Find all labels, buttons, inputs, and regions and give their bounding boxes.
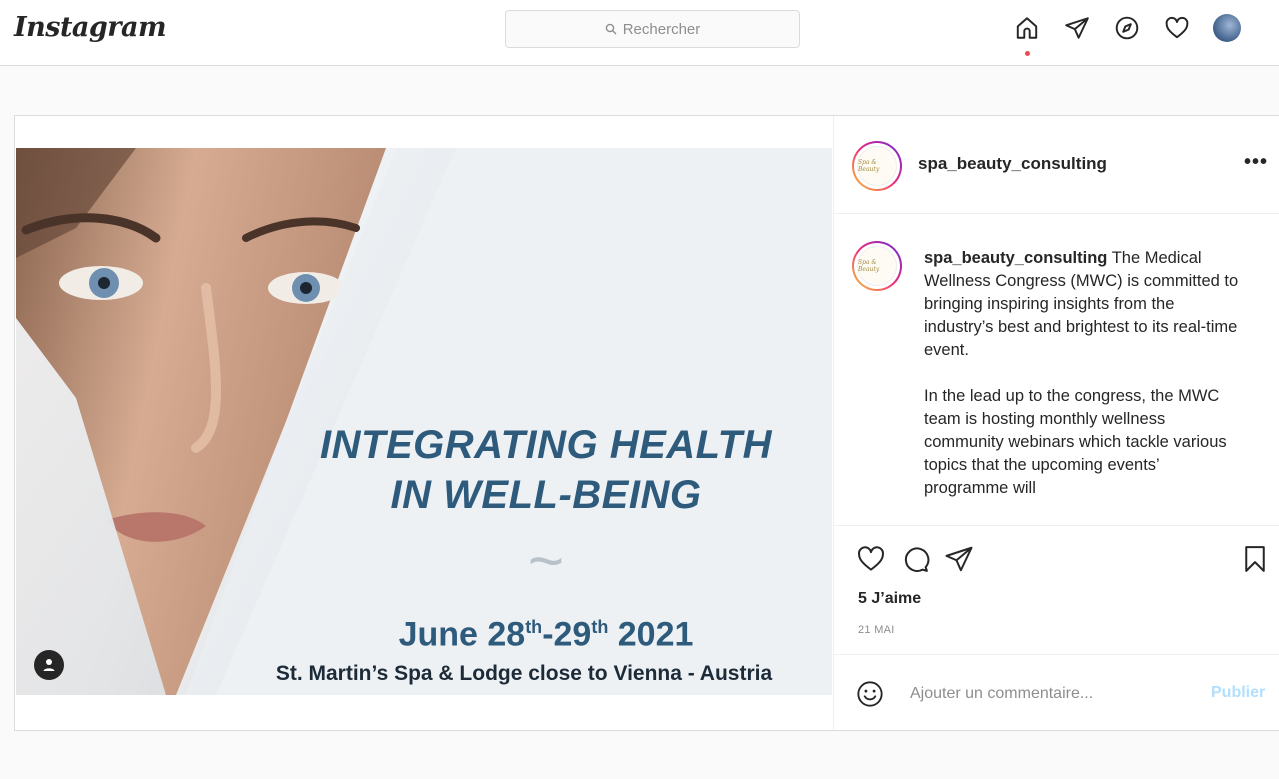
post-header: Spa & Beauty spa_beauty_consulting ••• xyxy=(834,116,1279,214)
search-box[interactable]: Rechercher xyxy=(505,10,800,48)
heart-icon xyxy=(1165,16,1189,39)
event-place: St. Martin’s Spa & Lodge close to Vienna… xyxy=(275,662,773,685)
image-headline: INTEGRATING HEALTH IN WELL-BEING xyxy=(266,420,826,520)
notification-dot xyxy=(1025,51,1030,56)
search-placeholder: Rechercher xyxy=(622,20,701,38)
profile-button[interactable] xyxy=(1213,14,1241,42)
emoji-icon xyxy=(857,681,883,707)
date-part-3: 2021 xyxy=(608,615,694,654)
activity-button[interactable] xyxy=(1163,14,1191,42)
explore-button[interactable] xyxy=(1113,14,1141,42)
nav-icons xyxy=(1013,14,1241,56)
emoji-button[interactable] xyxy=(856,680,884,713)
like-heart-icon[interactable] xyxy=(856,544,886,574)
event-date: June 28th-29th 2021 xyxy=(266,606,826,655)
search-icon xyxy=(605,23,617,35)
date-sup-1: th xyxy=(525,617,543,637)
tagged-users-button[interactable] xyxy=(34,650,64,680)
top-nav: Instagram Rechercher xyxy=(0,0,1279,66)
avatar-inner: Spa & Beauty xyxy=(854,243,900,289)
caption-area[interactable]: Spa & Beauty spa_beauty_consulting The M… xyxy=(834,215,1279,525)
author-avatar-image: Spa & Beauty xyxy=(857,146,897,186)
user-icon xyxy=(43,659,55,671)
author-username[interactable]: spa_beauty_consulting xyxy=(918,154,1107,174)
caption-avatar-image: Spa & Beauty xyxy=(857,246,897,286)
post-side-panel: Spa & Beauty spa_beauty_consulting ••• S… xyxy=(833,116,1279,730)
post-actions: 5 J’aime 21 MAI xyxy=(834,525,1279,654)
caption-paragraph-2: In the lead up to the congress, the MWC … xyxy=(924,387,1227,497)
home-icon xyxy=(1016,17,1038,39)
profile-avatar xyxy=(1213,14,1241,42)
author-avatar[interactable]: Spa & Beauty xyxy=(852,141,902,191)
comment-input[interactable] xyxy=(910,681,1190,707)
bookmark-icon xyxy=(1245,546,1265,572)
date-sup-2: th xyxy=(591,617,609,637)
comment-box: Publier xyxy=(834,654,1279,730)
direct-button[interactable] xyxy=(1063,14,1091,42)
headline-line-1: INTEGRATING HEALTH xyxy=(320,423,772,467)
caption-username[interactable]: spa_beauty_consulting xyxy=(924,249,1107,267)
likes-count[interactable]: 5 J’aime xyxy=(858,590,921,608)
comment-icon[interactable] xyxy=(900,544,930,574)
post-caption: spa_beauty_consulting The Medical Wellne… xyxy=(924,247,1244,500)
action-icons xyxy=(856,544,974,574)
home-button[interactable] xyxy=(1013,14,1041,56)
paper-plane-icon xyxy=(1065,17,1089,39)
caption-avatar[interactable]: Spa & Beauty xyxy=(852,241,902,291)
compass-icon xyxy=(1115,16,1139,40)
post-card: INTEGRATING HEALTH IN WELL-BEING ~ June … xyxy=(14,115,1279,731)
post-date: 21 MAI xyxy=(858,624,895,636)
save-button[interactable] xyxy=(1240,544,1270,579)
avatar-inner: Spa & Beauty xyxy=(854,143,900,189)
headline-line-2: IN WELL-BEING xyxy=(390,473,702,517)
post-image[interactable]: INTEGRATING HEALTH IN WELL-BEING ~ June … xyxy=(16,148,832,695)
share-icon[interactable] xyxy=(944,544,974,574)
date-part-2: -29 xyxy=(542,615,592,654)
date-part-1: June 28 xyxy=(398,615,526,654)
instagram-logo[interactable]: Instagram xyxy=(14,12,167,43)
decorative-tilde: ~ xyxy=(527,527,565,596)
more-options-button[interactable]: ••• xyxy=(1244,152,1268,172)
publish-button[interactable]: Publier xyxy=(1211,684,1265,702)
